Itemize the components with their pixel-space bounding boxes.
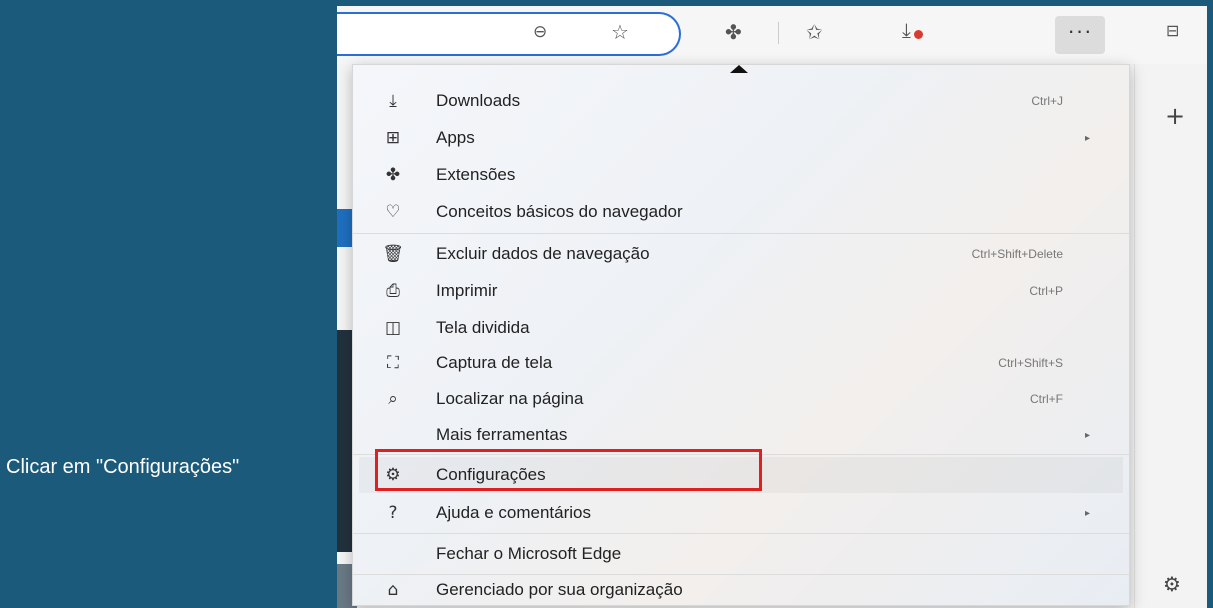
trash-icon: 🗑 xyxy=(382,244,404,264)
submenu-arrow-icon: ▸ xyxy=(1084,429,1090,441)
menu-item-find-on-page[interactable]: ⌕ Localizar na página Ctrl+F xyxy=(359,381,1123,417)
menu-pointer xyxy=(730,65,748,73)
highlight-box xyxy=(375,449,762,491)
menu-item-label: Conceitos básicos do navegador xyxy=(436,202,683,221)
menu-divider xyxy=(353,533,1129,534)
menu-item-apps[interactable]: ⊞ Apps ▸ xyxy=(359,120,1123,156)
zoom-icon[interactable]: ⊖ xyxy=(533,24,547,41)
sidebar-add-button[interactable]: + xyxy=(1165,102,1185,130)
extensions-icon: ✤ xyxy=(385,165,401,185)
menu-item-label: Imprimir xyxy=(436,281,498,300)
menu-item-clear-browsing-data[interactable]: 🗑 Excluir dados de navegação Ctrl+Shift+… xyxy=(359,236,1123,272)
apps-icon: ⊞ xyxy=(385,128,401,148)
menu-item-browser-essentials[interactable]: ♡ Conceitos básicos do navegador xyxy=(359,194,1123,230)
heart-shield-icon: ♡ xyxy=(385,202,401,222)
more-options-button[interactable]: ··· xyxy=(1055,16,1105,54)
submenu-arrow-icon: ▸ xyxy=(1084,507,1090,519)
menu-item-shortcut: Ctrl+Shift+Delete xyxy=(971,247,1063,261)
menu-item-extensions[interactable]: ✤ Extensões xyxy=(359,157,1123,193)
browser-toolbar: ⊖ ☆ ✤ ✩ ⤓ ··· ⊟ xyxy=(337,6,1207,64)
edge-sidebar: + ⚙ xyxy=(1134,64,1207,608)
downloads-badge xyxy=(914,30,923,39)
menu-item-screenshot[interactable]: ⛶ Captura de tela Ctrl+Shift+S xyxy=(359,345,1123,381)
settings-and-more-menu: ⤓ Downloads Ctrl+J ⊞ Apps ▸ ✤ Extensões … xyxy=(352,64,1130,606)
menu-item-label: Downloads xyxy=(436,91,521,110)
menu-item-label: Extensões xyxy=(436,165,516,184)
sidebar-toggle-icon[interactable]: ⊟ xyxy=(1166,23,1179,39)
menu-item-downloads[interactable]: ⤓ Downloads Ctrl+J xyxy=(359,83,1123,119)
menu-item-label: Fechar o Microsoft Edge xyxy=(436,544,622,563)
menu-item-shortcut: Ctrl+J xyxy=(1031,94,1063,108)
address-bar[interactable] xyxy=(337,12,681,56)
find-icon: ⌕ xyxy=(388,389,398,409)
submenu-arrow-icon: ▸ xyxy=(1084,132,1090,144)
menu-item-help-feedback[interactable]: ? Ajuda e comentários ▸ xyxy=(359,495,1123,531)
menu-item-label: Ajuda e comentários xyxy=(436,503,591,522)
split-screen-icon: ◫ xyxy=(384,318,402,338)
menu-item-label: Gerenciado por sua organização xyxy=(436,580,683,599)
briefcase-icon: ⌂ xyxy=(387,580,399,600)
menu-item-split-screen[interactable]: ◫ Tela dividida xyxy=(359,310,1123,346)
screenshot-icon: ⛶ xyxy=(387,353,399,373)
menu-item-shortcut: Ctrl+F xyxy=(1030,392,1063,406)
puzzle-icon[interactable]: ✤ xyxy=(725,22,742,42)
menu-divider xyxy=(353,233,1129,234)
menu-item-label: Excluir dados de navegação xyxy=(436,244,650,263)
menu-item-label: Localizar na página xyxy=(436,389,584,408)
menu-item-close-edge[interactable]: Fechar o Microsoft Edge xyxy=(359,536,1123,572)
tutorial-caption: Clicar em "Configurações" xyxy=(6,456,240,478)
star-icon[interactable]: ☆ xyxy=(611,22,629,42)
sidebar-settings-icon[interactable]: ⚙ xyxy=(1163,572,1181,596)
help-icon: ? xyxy=(388,503,398,523)
menu-item-managed-by-org[interactable]: ⌂ Gerenciado por sua organização xyxy=(359,576,1123,604)
menu-item-print[interactable]: ⎙ Imprimir Ctrl+P xyxy=(359,273,1123,309)
menu-divider xyxy=(353,574,1129,575)
menu-item-label: Mais ferramentas xyxy=(436,425,568,444)
menu-item-shortcut: Ctrl+P xyxy=(1029,284,1063,298)
download-icon: ⤓ xyxy=(389,91,397,111)
downloads-icon[interactable]: ⤓ xyxy=(902,20,923,40)
favorites-icon[interactable]: ✩ xyxy=(806,22,823,42)
menu-item-more-tools[interactable]: Mais ferramentas ▸ xyxy=(359,417,1123,453)
menu-item-label: Captura de tela xyxy=(436,353,553,372)
edge-browser-window: ⊖ ☆ ✤ ✩ ⤓ ··· ⊟ + ⚙ ⤓ Downloads Ctrl+J ⊞… xyxy=(337,6,1207,608)
printer-icon: ⎙ xyxy=(386,281,400,301)
menu-item-shortcut: Ctrl+Shift+S xyxy=(998,356,1063,370)
toolbar-separator xyxy=(778,22,779,44)
menu-item-label: Tela dividida xyxy=(436,318,530,337)
menu-item-label: Apps xyxy=(436,128,475,147)
